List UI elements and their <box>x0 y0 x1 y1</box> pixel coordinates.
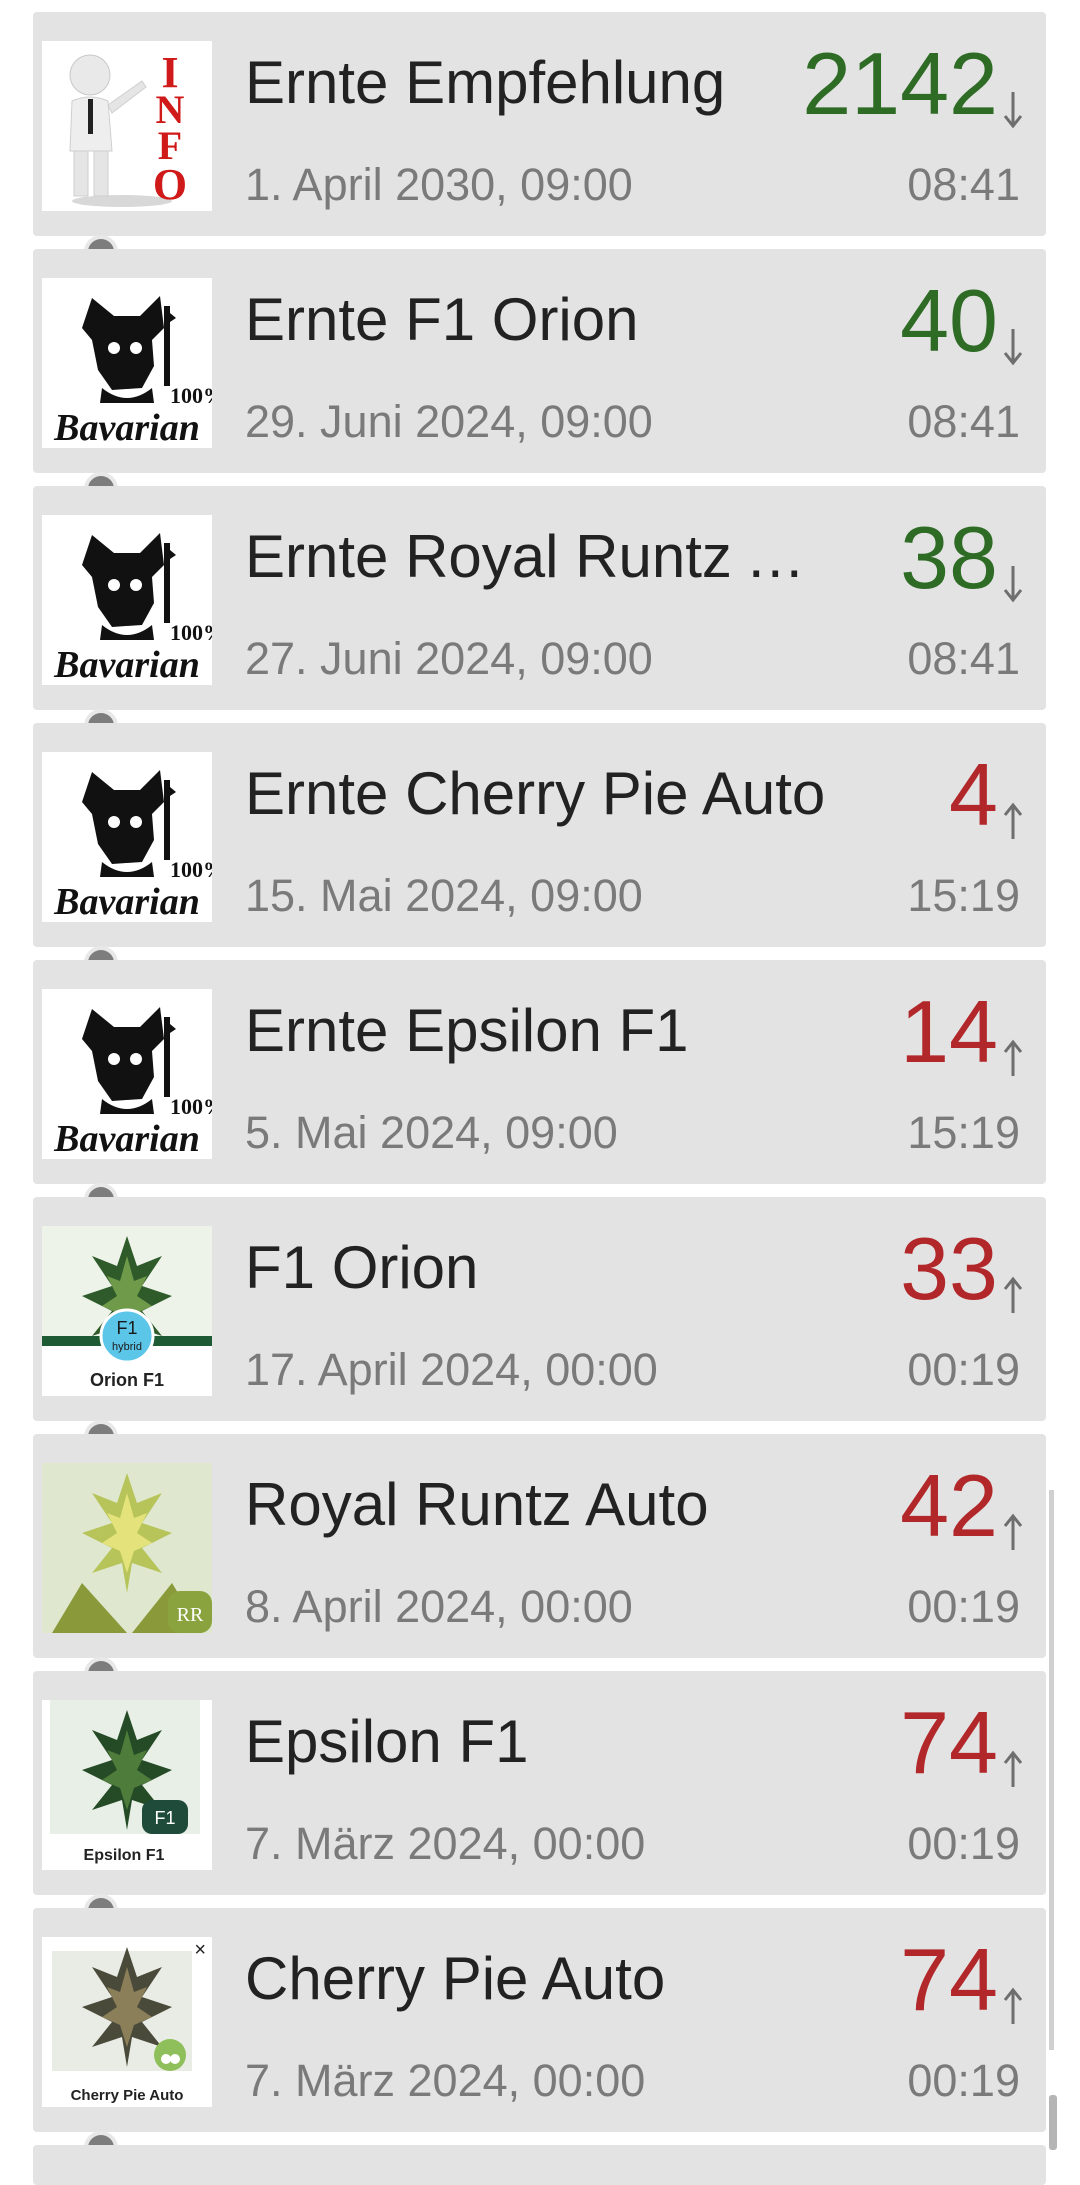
svg-text:100%: 100% <box>170 620 212 645</box>
item-count: 42 <box>900 1456 998 1555</box>
item-title: Royal Runtz Auto <box>245 1472 709 1538</box>
item-count: 74 <box>900 1930 998 2029</box>
item-title: Ernte F1 Orion <box>245 287 639 353</box>
svg-text:RR: RR <box>177 1604 204 1626</box>
item-title: Ernte Empfehlung <box>245 50 726 116</box>
bavarian-logo-thumbnail: 100% Bavarian <box>42 278 212 448</box>
item-time: 00:19 <box>907 1581 1020 1632</box>
arrow-down-icon <box>1002 564 1024 604</box>
item-date: 27. Juni 2024, 09:00 <box>245 633 653 684</box>
item-time: 15:19 <box>907 870 1020 921</box>
plant-orion-thumbnail: F1 hybrid Orion F1 <box>42 1226 212 1396</box>
item-date: 17. April 2024, 00:00 <box>245 1344 658 1395</box>
list-item[interactable]: F1 Epsilon F1 Epsilon F1 7. März 2024, 00… <box>33 1671 1046 1895</box>
bavarian-logo-thumbnail: 100% Bavarian <box>42 515 212 685</box>
plant-runtz-thumbnail: RR <box>42 1463 212 1633</box>
plant-cherry-thumbnail: Cherry Pie Auto × <box>42 1937 212 2107</box>
list-item[interactable] <box>33 2145 1046 2185</box>
item-time: 00:19 <box>907 1344 1020 1395</box>
item-date: 5. Mai 2024, 09:00 <box>245 1107 618 1158</box>
list-item[interactable]: 100% Bavarian Ernte Epsilon F1 5. Mai 202… <box>33 960 1046 1184</box>
svg-text:F1: F1 <box>116 1318 137 1338</box>
scrollbar-thumb[interactable] <box>1049 2095 1057 2150</box>
close-icon[interactable]: × <box>194 1939 206 1962</box>
arrow-up-icon <box>1002 801 1024 841</box>
svg-text:Bavarian: Bavarian <box>53 644 200 685</box>
item-title: Ernte Epsilon F1 <box>245 998 689 1064</box>
item-time: 08:41 <box>907 159 1020 210</box>
item-date: 7. März 2024, 00:00 <box>245 1818 646 1869</box>
item-title: F1 Orion <box>245 1235 479 1301</box>
item-time: 00:19 <box>907 2055 1020 2106</box>
item-title: Ernte Royal Runtz A... <box>245 524 835 590</box>
svg-text:Bavarian: Bavarian <box>53 881 200 922</box>
item-date: 15. Mai 2024, 09:00 <box>245 870 643 921</box>
list-item[interactable]: F1 hybrid Orion F1 F1 Orion 17. April 202… <box>33 1197 1046 1421</box>
arrow-up-icon <box>1002 1986 1024 2026</box>
list-item[interactable]: Cherry Pie Auto × Cherry Pie Auto 7. März … <box>33 1908 1046 2132</box>
svg-text:Cherry Pie Auto: Cherry Pie Auto <box>71 2087 184 2104</box>
bavarian-logo-thumbnail: 100% Bavarian <box>42 752 212 922</box>
svg-text:F1: F1 <box>154 1808 175 1828</box>
item-time: 08:41 <box>907 633 1020 684</box>
arrow-up-icon <box>1002 1512 1024 1552</box>
item-time: 00:19 <box>907 1818 1020 1869</box>
list-item[interactable]: RR Royal Runtz Auto 8. April 2024, 00:00 4… <box>33 1434 1046 1658</box>
svg-text:hybrid: hybrid <box>112 1341 142 1353</box>
list-item[interactable]: 100% Bavarian Ernte Royal Runtz A... 27. … <box>33 486 1046 710</box>
arrow-down-icon <box>1002 327 1024 367</box>
list-item[interactable]: I N F O Ernte Empfehlung 1. April 2030, 0… <box>33 12 1046 236</box>
item-count: 2142 <box>802 34 998 133</box>
item-count: 4 <box>949 745 998 844</box>
svg-text:100%: 100% <box>170 383 212 408</box>
item-title: Cherry Pie Auto <box>245 1946 666 2012</box>
arrow-up-icon <box>1002 1275 1024 1315</box>
svg-text:100%: 100% <box>170 1094 212 1119</box>
item-title: Epsilon F1 <box>245 1709 529 1775</box>
svg-text:Bavarian: Bavarian <box>53 1118 200 1159</box>
svg-text:Bavarian: Bavarian <box>53 407 200 448</box>
list-item[interactable]: 100% Bavarian Ernte F1 Orion 29. Juni 202… <box>33 249 1046 473</box>
item-count: 33 <box>900 1219 998 1318</box>
info-figure-thumbnail: I N F O <box>42 41 212 211</box>
arrow-down-icon <box>1002 90 1024 130</box>
item-date: 29. Juni 2024, 09:00 <box>245 396 653 447</box>
item-time: 15:19 <box>907 1107 1020 1158</box>
item-count: 14 <box>900 982 998 1081</box>
bavarian-logo-thumbnail: 100% Bavarian <box>42 989 212 1159</box>
arrow-up-icon <box>1002 1038 1024 1078</box>
list-item[interactable]: 100% Bavarian Ernte Cherry Pie Auto 15. M… <box>33 723 1046 947</box>
item-count: 74 <box>900 1693 998 1792</box>
scrollbar-track[interactable] <box>1049 1490 1054 2050</box>
item-date: 8. April 2024, 00:00 <box>245 1581 633 1632</box>
item-count: 40 <box>900 271 998 370</box>
svg-text:Orion F1: Orion F1 <box>90 1370 164 1390</box>
item-title: Ernte Cherry Pie Auto <box>245 761 826 827</box>
item-date: 1. April 2030, 09:00 <box>245 159 633 210</box>
item-time: 08:41 <box>907 396 1020 447</box>
svg-text:Epsilon F1: Epsilon F1 <box>84 1847 165 1864</box>
item-count: 38 <box>900 508 998 607</box>
plant-epsilon-thumbnail: F1 Epsilon F1 <box>42 1700 212 1870</box>
item-date: 7. März 2024, 00:00 <box>245 2055 646 2106</box>
svg-text:100%: 100% <box>170 857 212 882</box>
arrow-up-icon <box>1002 1749 1024 1789</box>
svg-text:O: O <box>153 160 187 209</box>
